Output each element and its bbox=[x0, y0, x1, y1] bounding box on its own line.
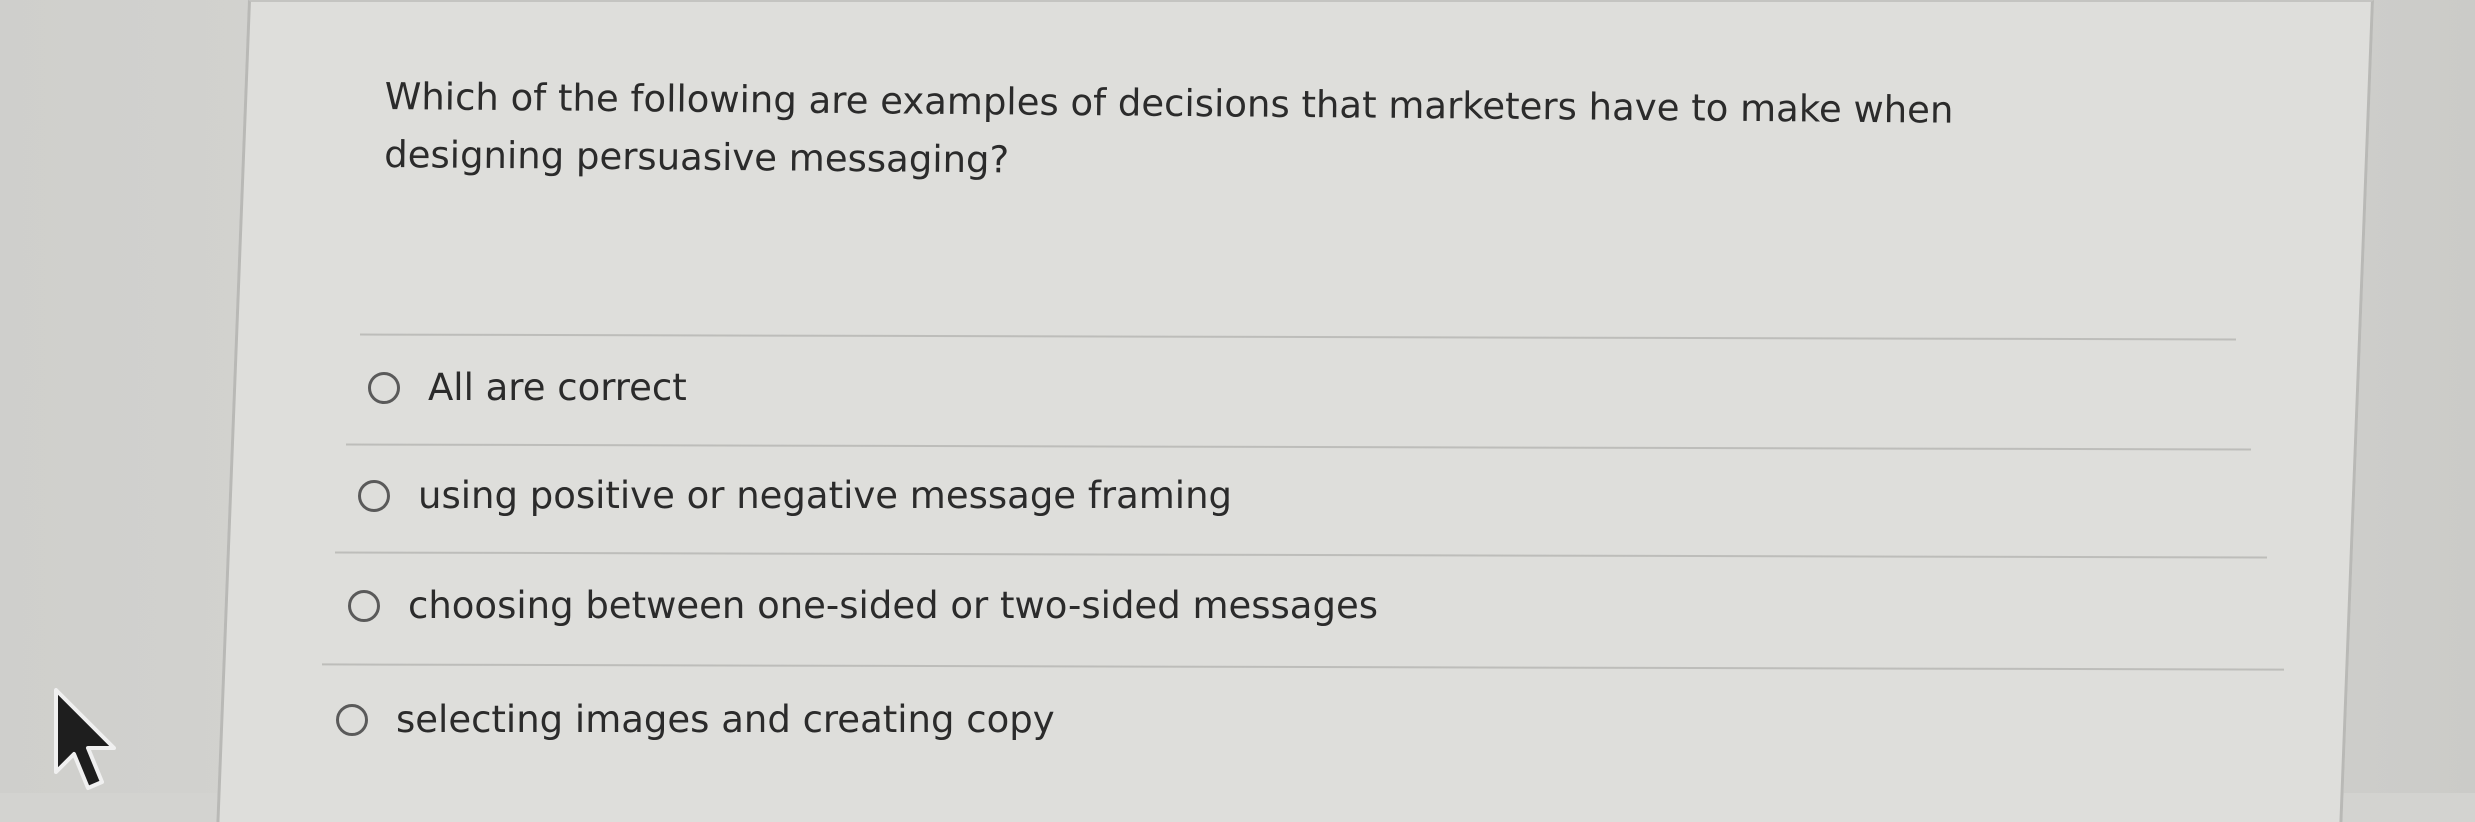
option-label: All are correct bbox=[428, 366, 687, 409]
radio-unchecked-icon[interactable] bbox=[368, 371, 400, 404]
question-text: Which of the following are examples of d… bbox=[384, 74, 1954, 182]
radio-unchecked-icon[interactable] bbox=[336, 703, 368, 736]
option-all-are-correct[interactable]: All are correct bbox=[368, 366, 687, 409]
option-one-or-two-sided[interactable]: choosing between one-sided or two-sided … bbox=[348, 584, 1378, 627]
radio-unchecked-icon[interactable] bbox=[358, 479, 390, 512]
option-label: selecting images and creating copy bbox=[396, 698, 1055, 741]
option-label: choosing between one-sided or two-sided … bbox=[408, 584, 1379, 627]
option-images-and-copy[interactable]: selecting images and creating copy bbox=[336, 698, 1055, 741]
option-label: using positive or negative message frami… bbox=[418, 474, 1232, 517]
mouse-pointer-icon bbox=[54, 688, 116, 790]
radio-unchecked-icon[interactable] bbox=[348, 589, 380, 622]
option-message-framing[interactable]: using positive or negative message frami… bbox=[358, 474, 1232, 517]
